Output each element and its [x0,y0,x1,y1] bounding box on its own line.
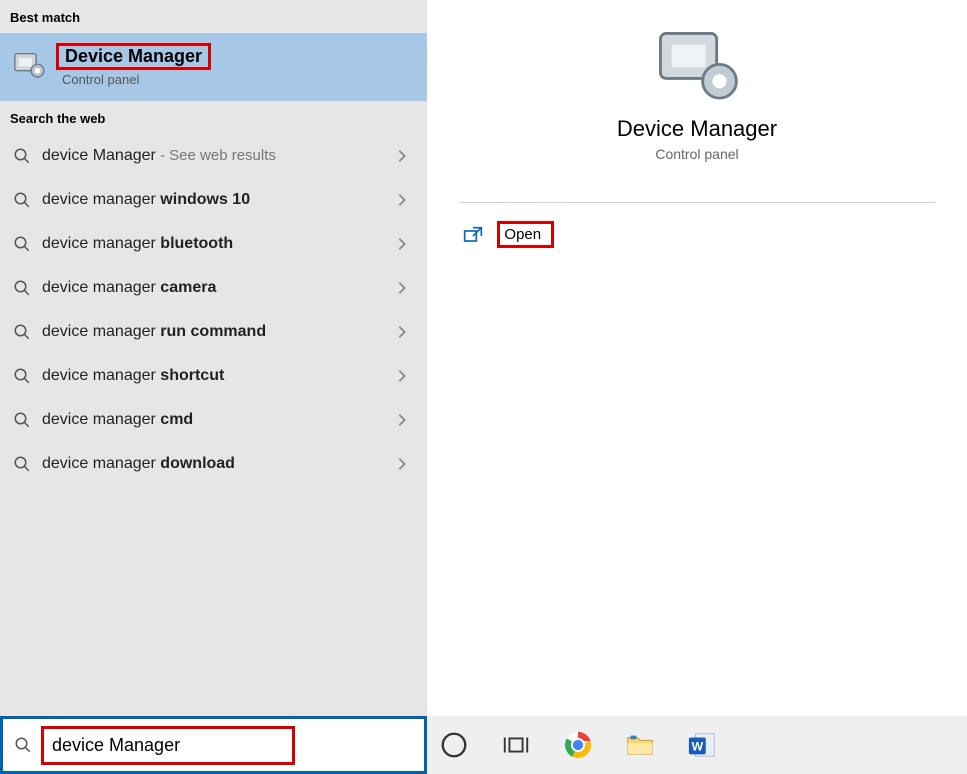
chevron-right-icon [395,237,409,251]
web-suggestion-item[interactable]: device manager cmd [0,398,427,442]
web-suggestion-item[interactable]: device manager bluetooth [0,222,427,266]
web-suggestion-label: device manager camera [42,279,385,297]
chevron-right-icon [395,149,409,163]
file-explorer-icon[interactable] [623,728,657,762]
device-manager-icon [12,48,46,82]
chevron-right-icon [395,325,409,339]
cortana-icon[interactable] [437,728,471,762]
web-suggestion-item[interactable]: device manager download [0,442,427,486]
web-suggestion-item[interactable]: device manager camera [0,266,427,310]
web-suggestion-label: device manager bluetooth [42,235,385,253]
web-suggestion-item[interactable]: device manager run command [0,310,427,354]
best-match-header: Best match [0,0,427,33]
open-label: Open [497,221,554,248]
search-icon [12,146,32,166]
search-input-highlight [41,726,295,765]
web-suggestion-item[interactable]: device Manager - See web results [0,134,427,178]
taskbar: W [427,716,967,774]
chevron-right-icon [395,369,409,383]
search-web-header: Search the web [0,101,427,134]
web-suggestion-label: device manager download [42,455,385,473]
word-icon[interactable]: W [685,728,719,762]
device-manager-large-icon [652,24,742,104]
chevron-right-icon [395,457,409,471]
web-suggestions-list: device Manager - See web results device m… [0,134,427,486]
chevron-right-icon [395,281,409,295]
search-icon [12,234,32,254]
open-action[interactable]: Open [459,203,934,266]
web-suggestion-label: device manager cmd [42,411,385,429]
search-icon [12,278,32,298]
web-suggestion-label: device manager shortcut [42,367,385,385]
chevron-right-icon [395,413,409,427]
best-match-texts: Device Manager Control panel [56,43,211,87]
search-icon [13,735,33,755]
search-icon [12,190,32,210]
best-match-subtitle: Control panel [56,72,211,87]
start-search-box[interactable] [0,716,427,774]
task-view-icon[interactable] [499,728,533,762]
search-icon [12,366,32,386]
search-icon [12,410,32,430]
web-suggestion-label: device Manager - See web results [42,147,385,165]
web-suggestion-item[interactable]: device manager shortcut [0,354,427,398]
chevron-right-icon [395,193,409,207]
chrome-icon[interactable] [561,728,595,762]
detail-subtitle: Control panel [655,146,738,162]
web-suggestion-label: device manager run command [42,323,385,341]
detail-title: Device Manager [617,116,777,142]
search-icon [12,322,32,342]
web-suggestion-label: device manager windows 10 [42,191,385,209]
svg-text:W: W [692,740,704,754]
search-icon [12,454,32,474]
open-icon [463,226,483,244]
best-match-item[interactable]: Device Manager Control panel [0,33,427,101]
best-match-title: Device Manager [56,43,211,70]
search-results-pane: Best match Device Manager Control panel … [0,0,427,716]
web-suggestion-item[interactable]: device manager windows 10 [0,178,427,222]
search-input[interactable] [48,731,288,760]
detail-pane: Device Manager Control panel Open [427,0,967,716]
